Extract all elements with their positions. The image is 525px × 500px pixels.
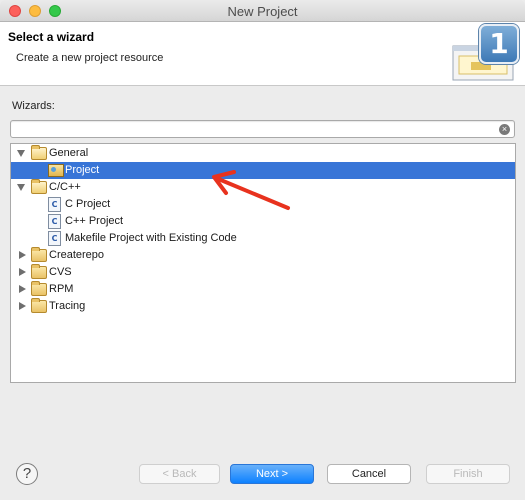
- cpp-project-icon: C: [48, 214, 61, 229]
- project-icon: [48, 164, 64, 177]
- tree-item-general[interactable]: General: [11, 145, 515, 162]
- folder-icon: [31, 179, 47, 194]
- finish-button[interactable]: Finish: [426, 464, 510, 484]
- collapsed-arrow-icon[interactable]: [19, 251, 26, 259]
- red-arrow-annotation: [212, 170, 290, 210]
- folder-icon: [31, 145, 47, 160]
- tree-item-label: RPM: [49, 283, 74, 295]
- cancel-button[interactable]: Cancel: [327, 464, 411, 484]
- expanded-arrow-icon[interactable]: [17, 184, 25, 191]
- tree-item-cvs[interactable]: CVS: [11, 264, 515, 281]
- tree-item-label: Tracing: [49, 300, 86, 312]
- wizard-filter-input[interactable]: [11, 121, 491, 137]
- wizard-header: Select a wizard Create a new project res…: [0, 22, 525, 86]
- tree-item-tracing[interactable]: Tracing: [11, 298, 515, 315]
- folder-icon: [31, 281, 47, 296]
- tree-item-label: General: [49, 147, 89, 159]
- tree-item-makefile-project[interactable]: C Makefile Project with Existing Code: [11, 230, 515, 247]
- collapsed-arrow-icon[interactable]: [19, 302, 26, 310]
- tree-item-rpm[interactable]: RPM: [11, 281, 515, 298]
- collapsed-arrow-icon[interactable]: [19, 268, 26, 276]
- tree-item-label: C++ Project: [65, 215, 124, 227]
- folder-icon: [31, 298, 47, 313]
- new-project-dialog: New Project Select a wizard Create a new…: [0, 0, 525, 500]
- step-number-badge: 1: [479, 24, 519, 64]
- back-button[interactable]: < Back: [139, 464, 220, 484]
- wizard-title: Select a wizard: [8, 30, 95, 44]
- clear-filter-icon[interactable]: ×: [499, 124, 510, 135]
- help-button[interactable]: ?: [16, 463, 38, 485]
- tree-item-label: C Project: [65, 198, 111, 210]
- tree-item-label: Createrepo: [49, 249, 105, 261]
- tree-item-createrepo[interactable]: Createrepo: [11, 247, 515, 264]
- folder-icon: [31, 247, 47, 262]
- wizards-label: Wizards:: [12, 100, 55, 112]
- window-title: New Project: [227, 4, 298, 19]
- collapsed-arrow-icon[interactable]: [19, 285, 26, 293]
- folder-icon: [31, 264, 47, 279]
- tree-item-label: Project: [65, 164, 100, 176]
- c-project-icon: C: [48, 197, 61, 212]
- tree-item-label: C/C++: [49, 181, 81, 193]
- wizard-filter-field[interactable]: ×: [10, 120, 515, 138]
- wizard-description: Create a new project resource: [16, 52, 164, 64]
- next-button[interactable]: Next >: [230, 464, 314, 484]
- title-bar: New Project: [0, 0, 525, 22]
- makefile-project-icon: C: [48, 231, 61, 246]
- tree-item-label: CVS: [49, 266, 72, 278]
- tree-item-label: Makefile Project with Existing Code: [65, 232, 237, 244]
- expanded-arrow-icon[interactable]: [17, 150, 25, 157]
